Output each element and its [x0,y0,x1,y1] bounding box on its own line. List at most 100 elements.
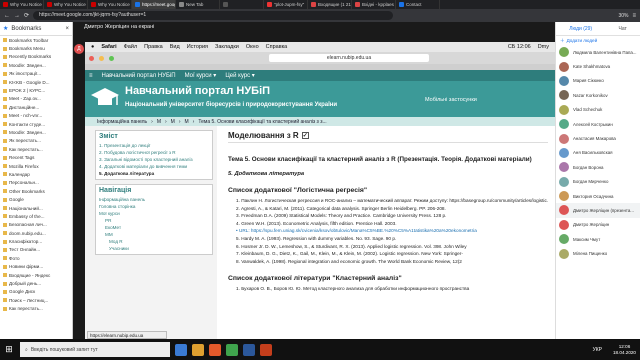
word-icon[interactable] [243,343,255,356]
participant[interactable]: Мілена Пищенко [556,246,640,260]
bookmark-item[interactable]: Тест Онлайн... [0,246,72,254]
nav-item[interactable]: Головна сторінка [99,203,209,210]
nav-item[interactable]: PR [99,217,209,224]
bookmark-item[interactable]: Google Диск [0,288,72,296]
participant[interactable]: Мария Сікюнко [556,74,640,88]
taskbar-search[interactable]: ⌕ Введіть пошуковий запит тут [20,342,170,357]
url-field[interactable]: https://meet.google.com/jkt-jqrm-fsy?aut… [33,11,394,20]
powerpoint-icon[interactable] [260,343,272,356]
bookmark-item[interactable]: Moodle: Зведен... [0,128,72,136]
bookmark-item[interactable]: Як перестать... [0,137,72,145]
mac-menu-item[interactable]: Вид [170,44,180,50]
contents-item[interactable]: 1. Презентація до лекції [99,142,209,149]
bookmark-item[interactable]: Recently Bookmarks [0,53,72,61]
bookmark-item[interactable]: Фото [0,254,72,262]
participant[interactable]: Kate Shakhmatova [556,59,640,73]
nav-item[interactable]: ЕкоМет [99,224,209,231]
participant[interactable]: Богдан Мирченко [556,175,640,189]
site-name[interactable]: Навчальний портал НУБіП [102,73,176,79]
breadcrumb-item[interactable]: М [185,119,189,125]
windows-start-icon[interactable]: ⊞ [3,344,15,356]
clock[interactable]: 12:06 18.04.2020 [613,344,636,356]
bookmark-item[interactable]: Moodle: Зведен... [0,61,72,69]
bookmark-item[interactable]: Як ілюстрації... [0,70,72,78]
window-minimize-icon[interactable] [99,55,104,61]
bookmark-item[interactable]: Новини фірми... [0,263,72,271]
forward-icon[interactable]: → [14,13,20,19]
contents-item[interactable]: 4. Додаткові матеріали до вивчення теми [99,163,209,170]
bookmark-item[interactable]: Календар [0,170,72,178]
bookmark-item[interactable]: Національний... [0,204,72,212]
browser-tab[interactable]: Входящие (1 211) - kpplaes [308,0,352,9]
bookmark-item[interactable]: Безопасная лич... [0,221,72,229]
participant[interactable]: Анастасия Макарова [556,131,640,145]
participant[interactable]: Nazar Korkonikov [556,88,640,102]
bookmark-item[interactable]: Bookmarks Menu [0,44,72,52]
people-tab[interactable]: Люди (29) [569,26,592,32]
mac-menu-item[interactable]: Закладки [215,44,239,50]
browser-tab[interactable]: https://meet.google.com/... [132,0,176,9]
browser-tab[interactable]: Why You Notice First in The... [88,0,132,9]
close-icon[interactable]: × [65,26,69,32]
bookmark-item[interactable]: Meet - nch-vnr... [0,112,72,120]
mac-menu-item[interactable]: Окно [246,44,259,50]
bookmark-item[interactable]: Поиск – Лестниц... [0,296,72,304]
bookmark-item[interactable]: doom.nubip.edu... [0,229,72,237]
contents-item[interactable]: 5. Додаткова література [99,170,209,177]
task-view-icon[interactable] [175,343,187,356]
bookmark-item[interactable]: Google [0,195,72,203]
participant[interactable]: Богдан Ворона [556,160,640,174]
nav-item[interactable]: Учасники [99,245,209,252]
browser-tab[interactable]: Why You Notice First in The... [0,0,44,9]
add-people-button[interactable]: ＋ Додати людей [556,36,640,45]
bookmark-item[interactable]: Добрый день... [0,279,72,287]
file-explorer-icon[interactable] [192,343,204,356]
bookmark-item[interactable]: Как перестать... [0,145,72,153]
chrome-icon[interactable] [226,343,238,356]
bookmark-item[interactable]: Bookmarks Toolbar [0,36,72,44]
mac-menu-item[interactable]: Справка [266,44,288,50]
window-zoom-icon[interactable] [109,55,114,61]
browser-tab[interactable]: Contact [396,0,440,9]
bookmark-item[interactable]: Embassy of the... [0,212,72,220]
back-icon[interactable]: ← [4,13,10,19]
bookmark-item[interactable]: Как перестать... [0,305,72,313]
browser-tab[interactable]: New Tab [176,0,220,9]
nav-item[interactable]: Мод R [99,238,209,245]
bookmark-item[interactable]: Входящие - Яндекс [0,271,72,279]
participant[interactable]: Дмитро Жерліцин (презента... [556,203,640,218]
participant[interactable]: Vlad Schechuk [556,103,640,117]
breadcrumb-item[interactable]: М [171,119,175,125]
window-close-icon[interactable] [89,55,94,61]
bookmark-item[interactable]: EPOK 2 | КУРС... [0,86,72,94]
mac-menu-item[interactable]: История [187,44,208,50]
nav-item[interactable]: ММ [99,231,209,238]
bookmark-item[interactable]: Meet - Zap.ov... [0,95,72,103]
mac-menu-item[interactable]: Правка [144,44,163,50]
browser-tab[interactable] [220,0,264,9]
browser-tab[interactable]: "plot-Jupm-fsy" [264,0,308,9]
bookmark-item[interactable]: Класифікатор... [0,237,72,245]
browser-tab[interactable]: Вхідні - kpplaes [352,0,396,9]
bookmark-item[interactable]: Дистанційне... [0,103,72,111]
bookmark-item[interactable]: Other Bookmarks [0,187,72,195]
nav-item[interactable]: Мої курси [99,210,209,217]
firefox-icon[interactable] [209,343,221,356]
participant[interactable]: Виктория Осадчина [556,189,640,203]
nav-item[interactable]: Інформаційна панель [99,196,209,203]
my-courses-menu[interactable]: Мої курси ▾ [185,72,217,79]
checkbox-icon[interactable]: ✓ [301,132,309,139]
breadcrumb-item[interactable]: Інформаційна панель [97,119,147,125]
this-course-menu[interactable]: Цей курс ▾ [225,72,254,79]
participant[interactable]: Людмила Валентинівна Папа... [556,45,640,59]
reload-icon[interactable]: ⟳ [24,12,29,19]
bookmark-item[interactable]: Персональн... [0,179,72,187]
bookmark-item[interactable]: Контакти студе... [0,120,72,128]
breadcrumb-item[interactable]: М [157,119,161,125]
participant[interactable]: Аня Васильковская [556,146,640,160]
breadcrumb-item[interactable]: Тема 5. Основи класифікації та кластерни… [198,119,326,125]
bookmark-item[interactable]: Recent Tags [0,153,72,161]
hamburger-icon[interactable]: ≡ [89,73,93,79]
bookmark-item[interactable]: Mozilla Firefox [0,162,72,170]
reference-item[interactable]: • URL: https://spu.fem.uniag.sk/cvicenia… [236,227,548,235]
